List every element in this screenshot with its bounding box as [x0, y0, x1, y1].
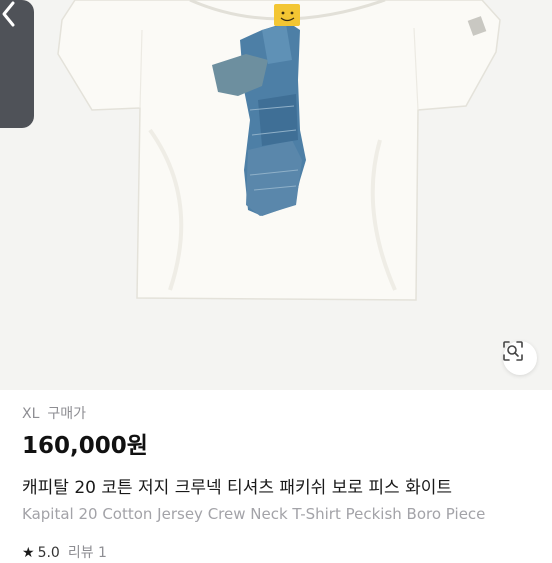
product-image[interactable]: [0, 0, 552, 390]
purchase-meta: XL 구매가: [22, 404, 552, 424]
purchase-price-label: 구매가: [47, 406, 87, 422]
rating-row[interactable]: ★ 5.0 리뷰 1: [22, 543, 552, 563]
image-search-button[interactable]: [503, 341, 537, 375]
star-icon: ★: [22, 545, 35, 561]
rating-value: 5.0: [37, 545, 60, 561]
tshirt-illustration: [57, 0, 501, 301]
product-title-en: Kapital 20 Cotton Jersey Crew Neck T-Shi…: [22, 505, 486, 523]
listing-info: XL 구매가 160,000원 캐피탈 20 코튼 저지 크루넥 티셔츠 패키쉬 …: [22, 404, 552, 563]
back-button[interactable]: [0, 0, 34, 128]
chevron-left-icon: [2, 1, 15, 27]
image-search-icon: [503, 341, 523, 361]
review-count[interactable]: 리뷰 1: [68, 545, 107, 561]
size-label: XL: [22, 406, 40, 422]
price: 160,000원: [22, 433, 148, 459]
product-title-ko: 캐피탈 20 코튼 저지 크루넥 티셔츠 패키쉬 보로 피스 화이트: [22, 478, 452, 498]
